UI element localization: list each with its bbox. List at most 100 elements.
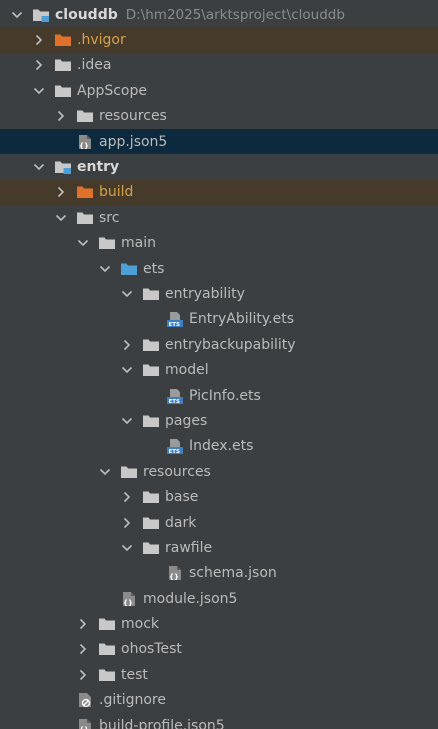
tree-item-label: .gitignore (99, 692, 166, 709)
tree-item-label: src (99, 209, 120, 226)
folder-icon (142, 362, 160, 378)
tree-item-label: .idea (77, 57, 112, 74)
chevron-right-icon[interactable] (54, 109, 68, 123)
project-tree: clouddb D:\hm2025\arktsproject\clouddb .… (0, 0, 438, 729)
chevron-down-icon[interactable] (120, 363, 134, 377)
tree-item-label: entry (77, 159, 120, 176)
json-file-icon: {} (120, 591, 138, 607)
tree-item-label: entrybackupability (165, 336, 296, 353)
tree-item-label: main (121, 235, 156, 252)
tree-row-entrybackupability[interactable]: entrybackupability (0, 332, 438, 357)
tree-row-app-json5[interactable]: {} app.json5 (0, 128, 438, 155)
tree-item-label: test (121, 666, 148, 683)
chevron-right-icon[interactable] (76, 642, 90, 656)
excluded-folder-icon (76, 184, 94, 200)
tree-row-entryability-ets[interactable]: ETS EntryAbility.ets (0, 307, 438, 332)
tree-item-label: EntryAbility.ets (189, 311, 295, 328)
tree-item-label: ets (143, 260, 165, 277)
tree-item-label: AppScope (77, 82, 147, 99)
tree-row-ets[interactable]: ets (0, 256, 438, 281)
tree-item-label: entryability (165, 285, 245, 302)
chevron-down-icon[interactable] (76, 236, 90, 250)
folder-icon (142, 413, 160, 429)
chevron-down-icon[interactable] (120, 541, 134, 555)
ets-file-icon: ETS (166, 311, 184, 328)
tree-item-label: mock (121, 616, 160, 633)
tree-row-rawfile[interactable]: rawfile (0, 535, 438, 560)
folder-icon (98, 616, 116, 632)
tree-row-appscope-resources[interactable]: resources (0, 104, 438, 129)
folder-icon (54, 57, 72, 73)
chevron-right-icon[interactable] (120, 338, 134, 352)
json-file-icon: {} (76, 134, 94, 150)
svg-text:{}: {} (79, 142, 89, 150)
tree-item-label: resources (99, 108, 167, 125)
folder-icon (98, 667, 116, 683)
tree-row-ohostest[interactable]: ohosTest (0, 637, 438, 662)
tree-item-label: module.json5 (143, 590, 238, 607)
folder-icon (76, 108, 94, 124)
chevron-right-icon[interactable] (32, 58, 46, 72)
folder-icon (142, 337, 160, 353)
tree-row-entryability[interactable]: entryability (0, 281, 438, 306)
tree-row-model[interactable]: model (0, 357, 438, 382)
tree-item-label: base (165, 489, 199, 506)
module-folder-icon (54, 159, 72, 175)
tree-row-main-resources[interactable]: resources (0, 459, 438, 484)
chevron-right-icon[interactable] (76, 668, 90, 682)
tree-item-label: resources (143, 463, 211, 480)
folder-icon (76, 210, 94, 226)
folder-icon (142, 489, 160, 505)
tree-row-base[interactable]: base (0, 484, 438, 509)
folder-icon (54, 83, 72, 99)
ignore-file-icon (76, 692, 94, 708)
chevron-down-icon[interactable] (120, 414, 134, 428)
tree-row-pages[interactable]: pages (0, 408, 438, 433)
chevron-right-icon[interactable] (120, 490, 134, 504)
tree-row-src[interactable]: src (0, 205, 438, 230)
tree-row-build-profile-json5[interactable]: {} build-profile.json5 (0, 713, 438, 729)
chevron-down-icon[interactable] (10, 8, 24, 22)
module-folder-icon (32, 7, 50, 23)
chevron-down-icon[interactable] (98, 465, 112, 479)
tree-row-appscope[interactable]: AppScope (0, 78, 438, 103)
svg-text:ETS: ETS (169, 322, 181, 327)
tree-row-module-json5[interactable]: {} module.json5 (0, 586, 438, 611)
tree-item-label: pages (165, 412, 208, 429)
chevron-down-icon[interactable] (98, 262, 112, 276)
svg-text:{}: {} (79, 726, 89, 729)
svg-text:ETS: ETS (169, 449, 181, 454)
tree-row-index-ets[interactable]: ETS Index.ets (0, 434, 438, 459)
chevron-down-icon[interactable] (54, 211, 68, 225)
chevron-right-icon[interactable] (76, 617, 90, 631)
excluded-folder-icon (54, 32, 72, 48)
tree-row-idea[interactable]: .idea (0, 53, 438, 78)
tree-row-dark[interactable]: dark (0, 510, 438, 535)
tree-row-main[interactable]: main (0, 231, 438, 256)
tree-item-label: schema.json (189, 565, 277, 582)
folder-icon (120, 464, 138, 480)
json-file-icon: {} (166, 565, 184, 581)
chevron-right-icon[interactable] (32, 33, 46, 47)
tree-row-build[interactable]: build (0, 179, 438, 206)
tree-row-schema-json[interactable]: {} schema.json (0, 561, 438, 586)
tree-item-label: build (99, 184, 134, 201)
tree-item-label: .hvigor (77, 32, 126, 49)
chevron-down-icon[interactable] (32, 160, 46, 174)
tree-row-entry[interactable]: entry (0, 154, 438, 179)
json-file-icon: {} (76, 718, 94, 729)
tree-item-label: model (165, 362, 209, 379)
chevron-right-icon[interactable] (54, 185, 68, 199)
svg-text:{}: {} (123, 599, 133, 607)
chevron-down-icon[interactable] (120, 287, 134, 301)
svg-text:ETS: ETS (169, 399, 181, 404)
tree-row-gitignore[interactable]: .gitignore (0, 688, 438, 713)
chevron-down-icon[interactable] (32, 84, 46, 98)
folder-icon (142, 540, 160, 556)
tree-row-test[interactable]: test (0, 662, 438, 687)
chevron-right-icon[interactable] (120, 516, 134, 530)
tree-row-picinfo-ets[interactable]: ETS PicInfo.ets (0, 383, 438, 408)
tree-row-clouddb[interactable]: clouddb D:\hm2025\arktsproject\clouddb (0, 2, 438, 27)
tree-row-mock[interactable]: mock (0, 611, 438, 636)
tree-row-hvigor[interactable]: .hvigor (0, 27, 438, 53)
